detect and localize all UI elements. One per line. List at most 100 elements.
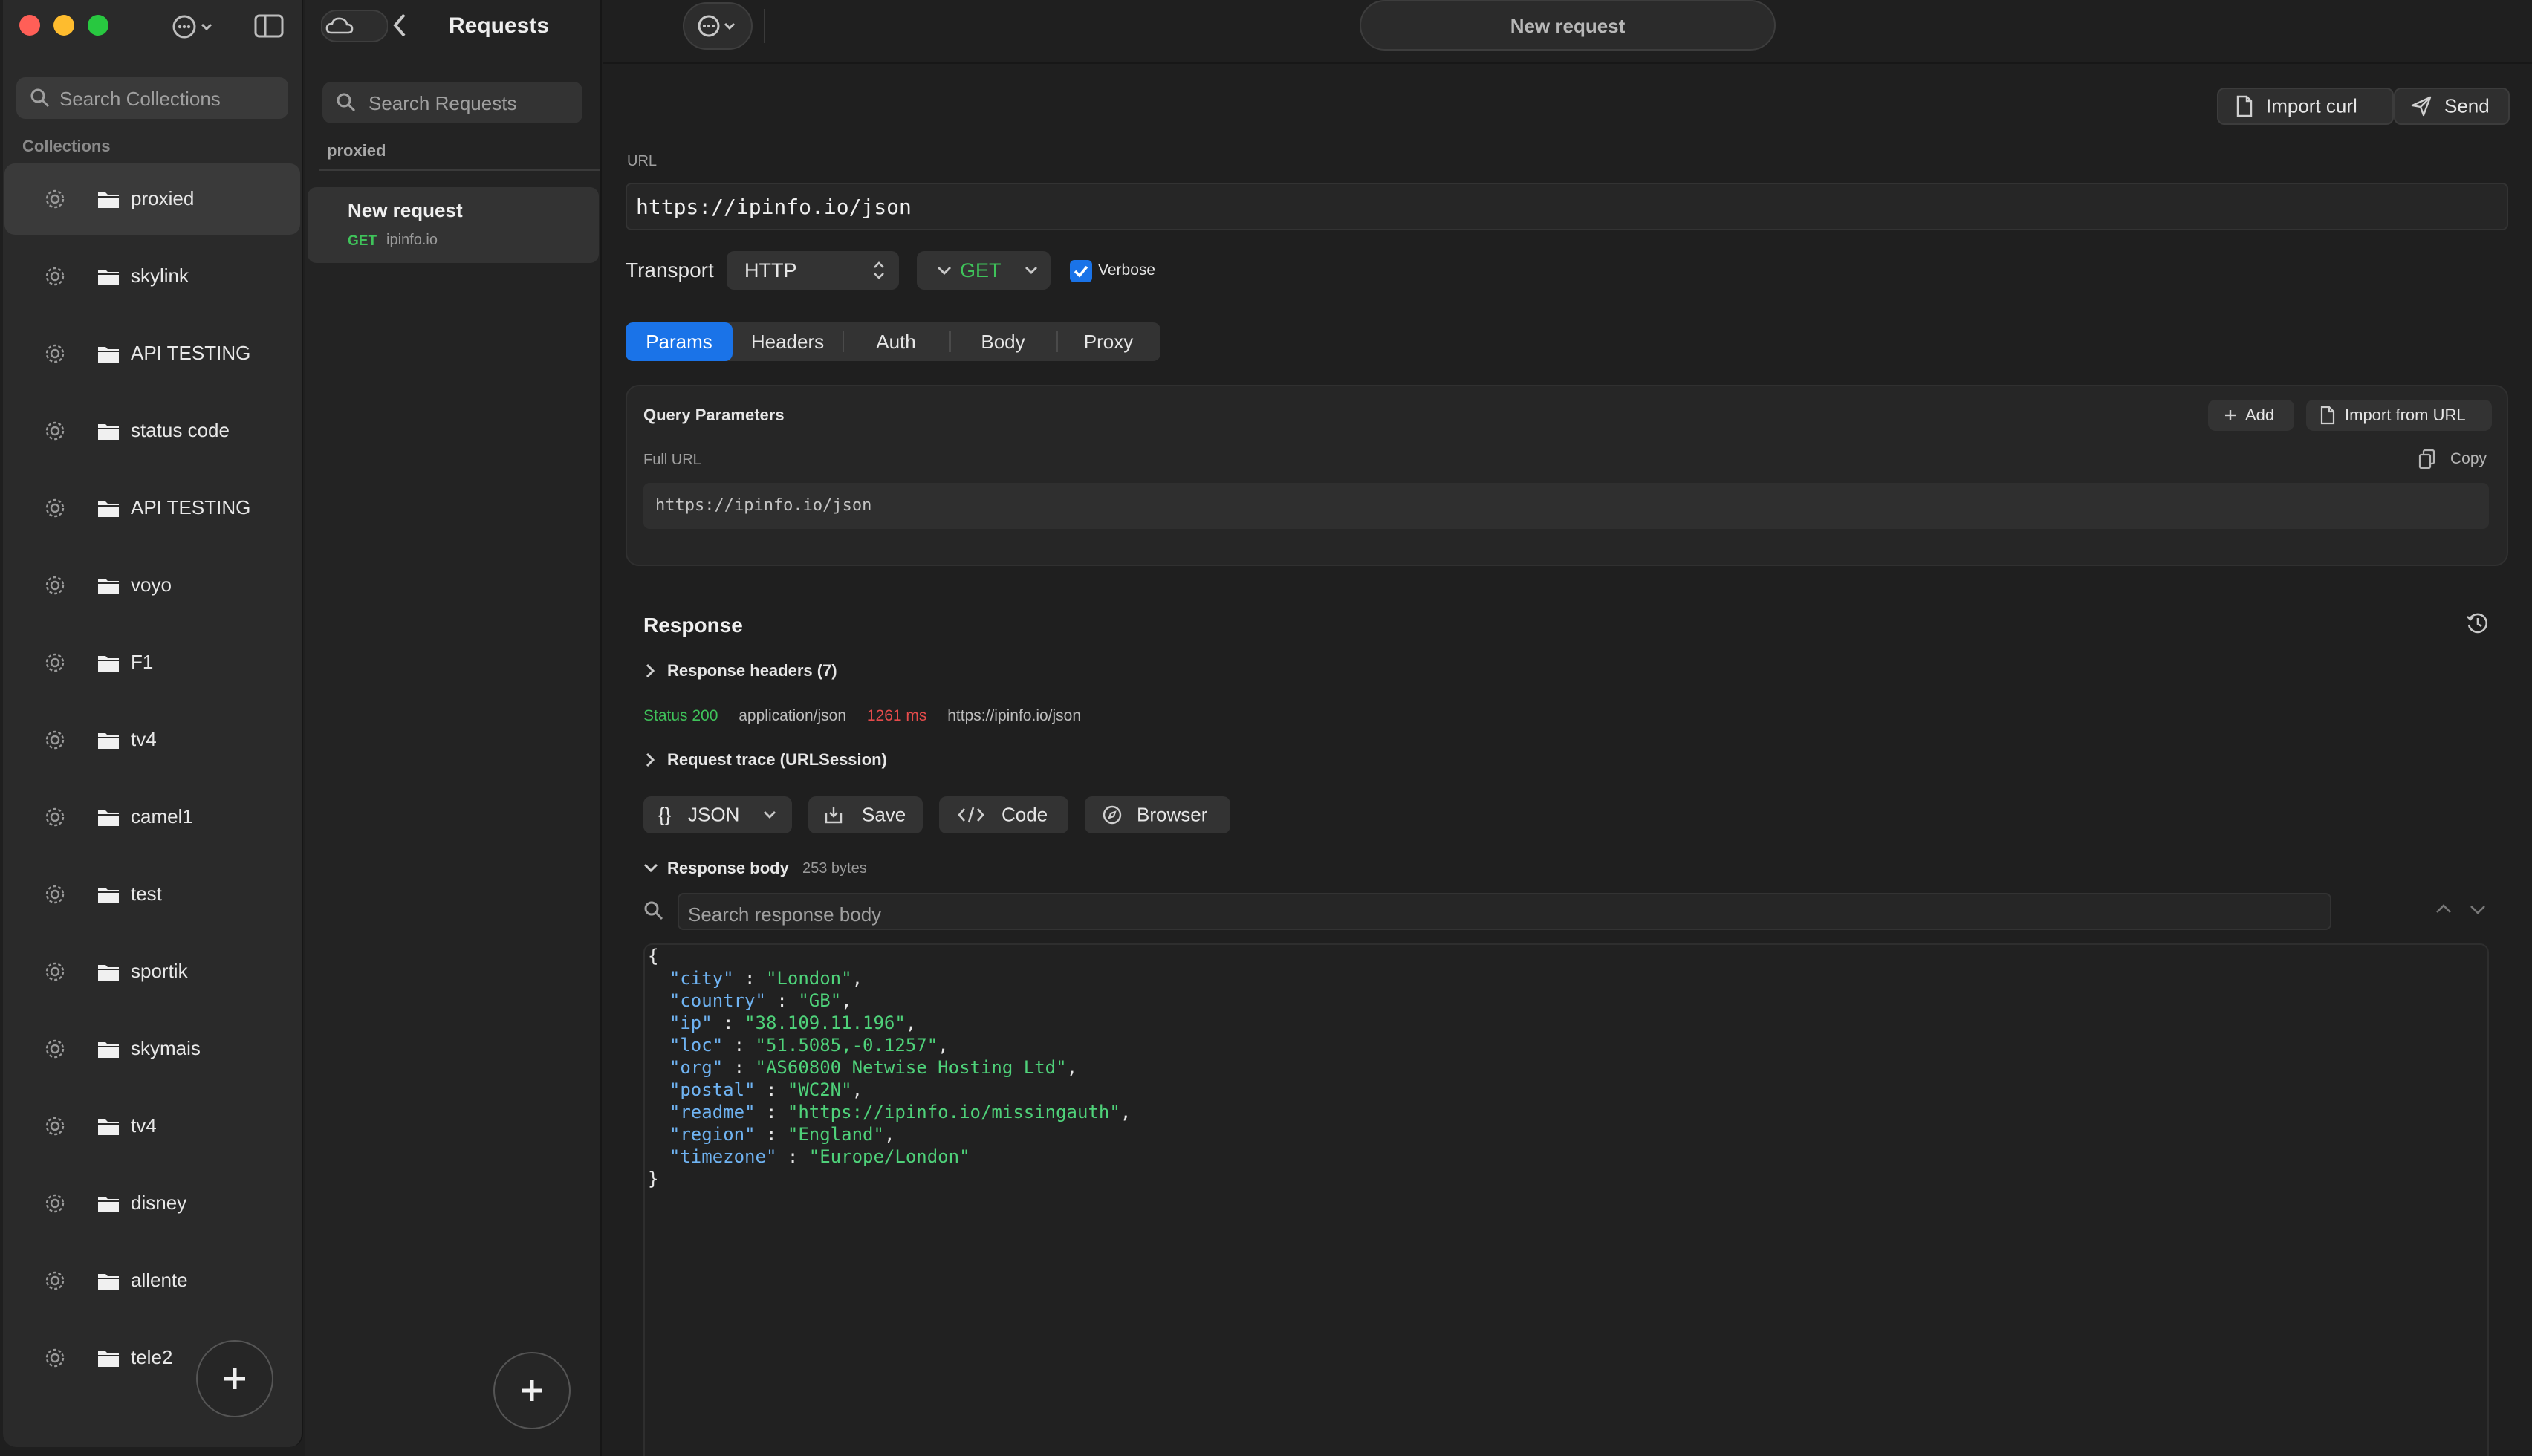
gear-icon[interactable] (43, 1269, 67, 1293)
tab-proxy[interactable]: Proxy (1056, 322, 1160, 361)
tab-params[interactable]: Params (626, 322, 733, 361)
json-value: "London" (765, 968, 852, 989)
collection-label: F1 (131, 651, 154, 673)
response-title: Response (643, 614, 743, 637)
previous-match-button[interactable] (2434, 902, 2453, 920)
gear-icon[interactable] (43, 883, 67, 906)
response-body-label: Response body (667, 859, 789, 877)
folder-icon (98, 1119, 119, 1135)
plus-icon (224, 1368, 245, 1389)
gear-icon[interactable] (43, 1114, 67, 1138)
transport-label: Transport (626, 259, 714, 282)
window-minimize-button[interactable] (53, 15, 74, 36)
tab-headers[interactable]: Headers (733, 322, 843, 361)
format-select[interactable]: {} JSON (643, 796, 792, 833)
copy-icon (2418, 449, 2435, 469)
folder-icon (98, 270, 119, 285)
add-collection-button[interactable] (196, 1340, 273, 1417)
gear-icon[interactable] (43, 419, 67, 443)
browser-button[interactable]: Browser (1085, 796, 1230, 833)
gear-icon[interactable] (43, 1192, 67, 1215)
request-list-item[interactable]: New request GET ipinfo.io (308, 187, 599, 263)
collection-item[interactable]: status code (4, 395, 300, 467)
gear-icon[interactable] (43, 1346, 67, 1370)
json-key: "readme" (669, 1102, 756, 1122)
gear-icon[interactable] (43, 264, 67, 288)
folder-icon (98, 1042, 119, 1058)
search-response-body-input[interactable]: Search response body (678, 893, 2331, 930)
collection-item[interactable]: tv4 (4, 1091, 300, 1162)
collection-label: test (131, 883, 162, 905)
code-icon (958, 807, 984, 823)
method-select[interactable]: GET (917, 251, 1051, 290)
history-icon[interactable] (2465, 611, 2490, 640)
collection-item[interactable]: allente (4, 1245, 300, 1316)
collection-label: API TESTING (131, 496, 251, 519)
requests-title: Requests (449, 13, 550, 38)
response-body-toggle[interactable] (640, 856, 661, 880)
cloud-icon[interactable] (320, 10, 389, 46)
collection-item[interactable]: tv4 (4, 704, 300, 776)
send-button[interactable]: Send (2394, 88, 2510, 125)
collection-item[interactable]: camel1 (4, 781, 300, 853)
gear-icon[interactable] (43, 728, 67, 752)
add-parameter-button[interactable]: Add (2208, 400, 2294, 431)
import-curl-label: Import curl (2266, 94, 2357, 117)
collection-item[interactable]: skymais (4, 1013, 300, 1085)
search-collections-input[interactable]: Search Collections (16, 77, 288, 119)
collection-label: skylink (131, 264, 189, 287)
json-key: "org" (669, 1057, 724, 1078)
search-requests-input[interactable]: Search Requests (322, 82, 582, 123)
collection-item[interactable]: sportik (4, 936, 300, 1007)
chevron-right-icon (646, 663, 655, 678)
chevron-down-icon (938, 267, 951, 275)
request-host: ipinfo.io (386, 232, 438, 248)
collection-item[interactable]: test (4, 859, 300, 930)
import-curl-button[interactable]: Import curl (2217, 88, 2394, 125)
code-button[interactable]: Code (939, 796, 1068, 833)
save-response-button[interactable]: Save (808, 796, 923, 833)
gear-icon[interactable] (43, 960, 67, 984)
gear-icon[interactable] (43, 573, 67, 597)
tab-auth[interactable]: Auth (843, 322, 950, 361)
collection-item[interactable]: disney (4, 1168, 300, 1239)
tab-body[interactable]: Body (950, 322, 1056, 361)
sidebar-toggle-icon[interactable] (254, 13, 284, 43)
request-tabs: Params Headers Auth Body Proxy (626, 322, 1160, 361)
folder-icon (98, 1197, 119, 1212)
browser-label: Browser (1137, 803, 1208, 826)
transport-select[interactable]: HTTP (727, 251, 899, 290)
collections-section-label: Collections (22, 137, 111, 155)
collection-label: allente (131, 1269, 188, 1291)
add-request-button[interactable] (493, 1352, 571, 1429)
more-menu-icon[interactable] (171, 13, 218, 45)
gear-icon[interactable] (43, 496, 67, 520)
gear-icon[interactable] (43, 805, 67, 829)
gear-icon[interactable] (43, 187, 67, 211)
collection-label: API TESTING (131, 342, 251, 364)
window-zoom-button[interactable] (88, 15, 108, 36)
collection-item[interactable]: proxied (4, 163, 300, 235)
collection-label: voyo (131, 573, 172, 596)
json-value: "England" (787, 1124, 884, 1145)
copy-button[interactable]: Copy (2418, 449, 2487, 469)
method-value: GET (960, 259, 1002, 282)
verbose-checkbox[interactable] (1070, 260, 1092, 282)
gear-icon[interactable] (43, 1037, 67, 1061)
collection-item[interactable]: API TESTING (4, 472, 300, 544)
folder-icon (98, 192, 119, 208)
gear-icon[interactable] (43, 342, 67, 365)
collection-item[interactable]: skylink (4, 241, 300, 312)
folder-icon (98, 888, 119, 903)
collection-item[interactable]: voyo (4, 550, 300, 621)
url-input[interactable]: https://ipinfo.io/json (626, 183, 2508, 230)
back-button[interactable] (391, 12, 409, 43)
import-from-url-button[interactable]: Import from URL (2306, 400, 2492, 431)
next-match-button[interactable] (2468, 902, 2487, 920)
collection-item[interactable]: API TESTING (4, 318, 300, 389)
window-close-button[interactable] (19, 15, 40, 36)
folder-icon (98, 733, 119, 749)
collection-item[interactable]: F1 (4, 627, 300, 698)
gear-icon[interactable] (43, 651, 67, 675)
request-options-menu-icon[interactable] (682, 1, 753, 55)
